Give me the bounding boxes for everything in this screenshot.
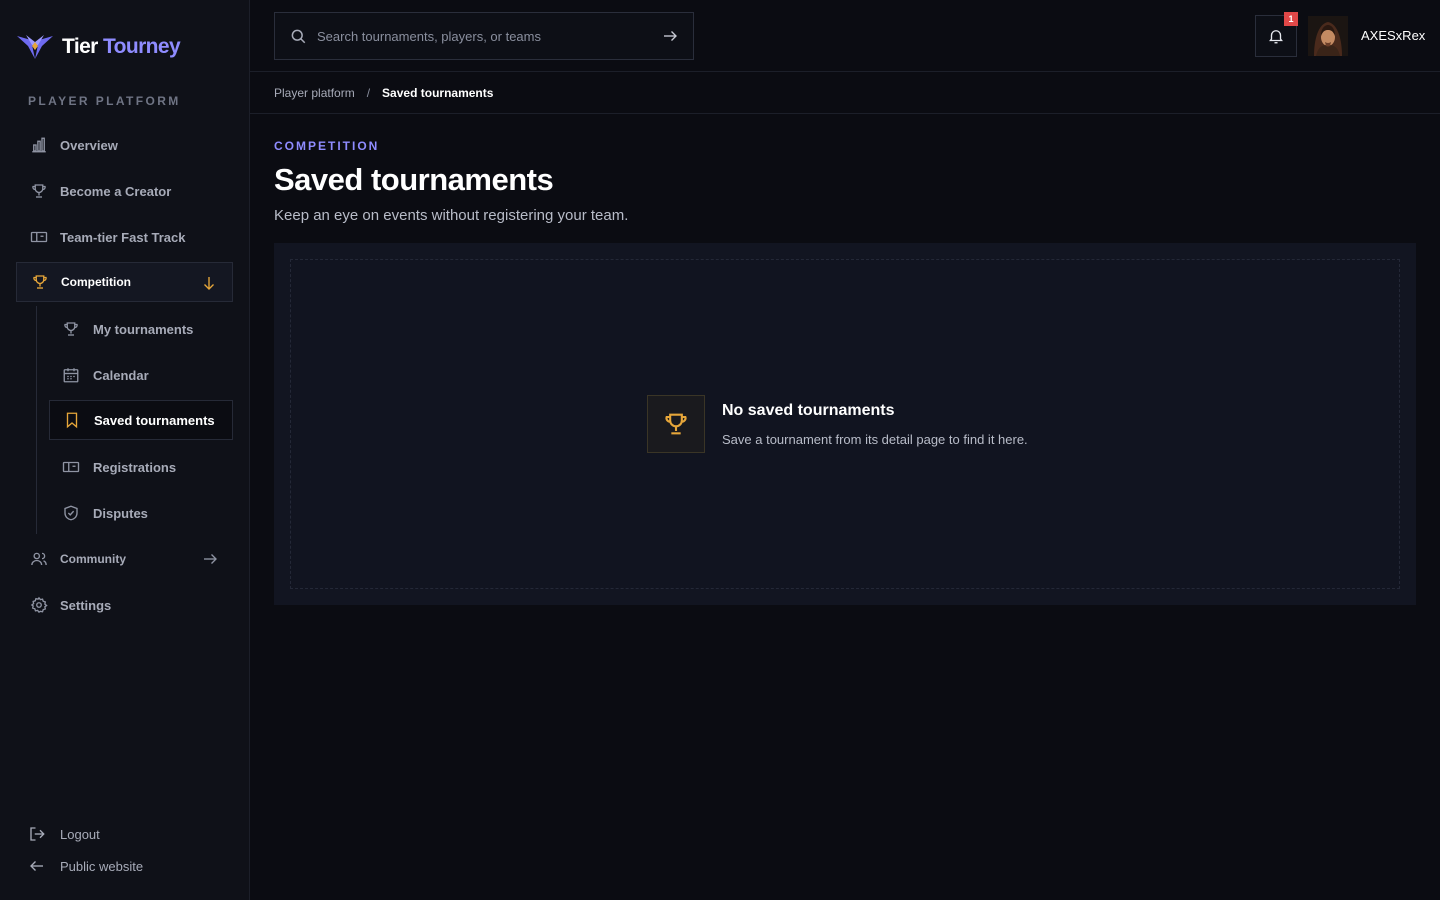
public-website-link[interactable]: Public website [28, 854, 143, 878]
section-label: PLAYER PLATFORM [28, 94, 181, 108]
sidebar-item-label: Overview [60, 137, 118, 153]
gear-icon [30, 596, 48, 614]
sidebar-item-settings[interactable]: Settings [16, 585, 233, 625]
arrow-right-icon [204, 554, 217, 564]
sidebar-subitem-label: Calendar [93, 367, 149, 383]
empty-state-description: Save a tournament from its detail page t… [722, 432, 1028, 447]
breadcrumb-parent[interactable]: Player platform [274, 86, 355, 100]
logout-icon [30, 827, 45, 841]
logout-link[interactable]: Logout [28, 822, 100, 846]
topbar: 1 AXESxRex [250, 0, 1440, 72]
avatar[interactable] [1308, 16, 1348, 56]
notification-badge: 1 [1284, 12, 1298, 26]
search-icon [291, 29, 306, 44]
avatar-image [1308, 16, 1348, 56]
arrow-down-icon [204, 277, 214, 290]
bell-icon [1269, 30, 1283, 44]
notifications-button[interactable]: 1 [1255, 12, 1298, 57]
subnav-divider [36, 306, 37, 534]
sidebar-item-overview[interactable]: Overview [16, 125, 233, 165]
public-website-label: Public website [60, 858, 144, 874]
search-bar [274, 12, 694, 60]
arrow-left-icon [30, 861, 43, 871]
users-icon [31, 552, 47, 566]
page-eyebrow: COMPETITION [274, 139, 380, 153]
saved-tournaments-panel: No saved tournaments Save a tournament f… [274, 243, 1416, 605]
logout-label: Logout [60, 826, 100, 842]
sidebar-subitem-calendar[interactable]: Calendar [49, 355, 233, 395]
sidebar-item-community[interactable]: Community [16, 539, 233, 579]
sidebar-subitem-label: Disputes [93, 505, 148, 521]
search-input[interactable] [317, 28, 651, 44]
sidebar-subitem-my-tournaments[interactable]: My tournaments [49, 309, 233, 349]
page-title: Saved tournaments [274, 162, 554, 197]
shield-check-icon [64, 505, 78, 521]
trophy-icon [665, 413, 687, 435]
page-subtitle: Keep an eye on events without registerin… [274, 207, 629, 224]
empty-state-title: No saved tournaments [722, 402, 895, 419]
empty-state-icon-box [647, 395, 705, 453]
bookmark-icon [66, 412, 78, 429]
username[interactable]: AXESxRex [1361, 28, 1425, 43]
brand-logo[interactable]: Tier Tourney [16, 30, 181, 64]
ticket-icon [30, 231, 48, 243]
sidebar-item-label: Team-tier Fast Track [60, 229, 186, 245]
search-submit-arrow-icon[interactable] [661, 27, 679, 45]
sidebar-item-label: Settings [60, 597, 112, 613]
trophy-icon [32, 184, 46, 198]
sidebar-item-competition[interactable]: Competition [16, 262, 233, 302]
sidebar-item-fast-track[interactable]: Team-tier Fast Track [16, 217, 233, 257]
calendar-icon [63, 368, 79, 383]
sidebar-item-become-creator[interactable]: Become a Creator [16, 171, 233, 211]
sidebar-item-label: Become a Creator [60, 183, 172, 199]
breadcrumb-current: Saved tournaments [382, 85, 494, 100]
bar-chart-icon [32, 137, 46, 153]
sidebar-subitem-registrations[interactable]: Registrations [49, 447, 233, 487]
sidebar: Tier Tourney PLAYER PLATFORM Overview Be… [0, 0, 250, 900]
breadcrumb: Player platform / Saved tournaments [250, 72, 1440, 114]
brand-name: Tier Tourney [62, 35, 181, 58]
sidebar-item-label: Competition [61, 275, 131, 289]
sidebar-subitem-disputes[interactable]: Disputes [49, 493, 233, 533]
sidebar-item-label: Community [60, 552, 126, 566]
sidebar-subitem-label: My tournaments [93, 321, 194, 337]
sidebar-subitem-label: Saved tournaments [94, 412, 215, 428]
logo-mark-icon [17, 35, 53, 59]
empty-state: No saved tournaments Save a tournament f… [290, 259, 1400, 589]
sidebar-subitem-saved-tournaments[interactable]: Saved tournaments [49, 400, 233, 440]
sidebar-subitem-label: Registrations [93, 459, 177, 475]
breadcrumb-separator: / [366, 85, 371, 100]
trophy-icon [64, 322, 78, 336]
ticket-icon [62, 461, 80, 473]
trophy-icon [33, 275, 47, 289]
